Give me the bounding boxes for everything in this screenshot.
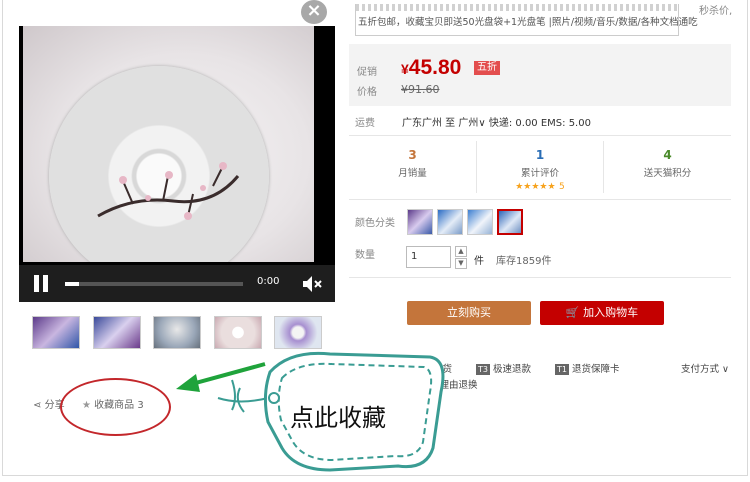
add-to-cart-button[interactable]: 🛒 加入购物车 (540, 301, 664, 325)
thumbnail-2[interactable] (93, 316, 141, 349)
price-panel: 促销 价格 ¥45.80 五折 ¥91.60 (349, 44, 731, 106)
click-to-collect-label: 点此收藏 (290, 404, 386, 432)
quantity-unit: 件 (474, 256, 484, 267)
stat-label: 月销量 (398, 168, 427, 179)
stars-icon: ★★★★★ (515, 182, 556, 192)
video-controls: 0:00 (19, 265, 335, 302)
rating-stars: ★★★★★ 5 (477, 179, 603, 192)
quantity-up-icon[interactable]: ▲ (455, 246, 467, 257)
promo-banner: 五折包邮，收藏宝贝即送50光盘袋+1光盘笔 |照片/视频/音乐/数据/各种文档通… (355, 4, 698, 36)
video-progress-fill (65, 282, 80, 286)
service-no-reason-return[interactable]: 无理由退换 (430, 377, 478, 391)
quantity-down-icon[interactable]: ▼ (455, 258, 467, 269)
price-label: 价格 (357, 87, 377, 98)
quantity-label: 数量 (355, 250, 375, 261)
stat-label: 累计评价 (520, 168, 559, 179)
stat-label: 送天猫积分 (643, 168, 692, 179)
t1-icon: T1 (555, 364, 569, 375)
add-to-cart-label: 加入购物车 (583, 306, 639, 319)
rating-value: 5 (559, 182, 565, 192)
original-price: ¥91.60 (401, 83, 440, 96)
service-fast-refund[interactable]: T3 极速退款 (476, 361, 531, 375)
buy-now-button[interactable]: 立刻购买 (407, 301, 531, 325)
divider (349, 135, 731, 136)
pause-icon[interactable] (33, 275, 49, 292)
divider (349, 199, 731, 200)
promo-price-label: 促销 (357, 67, 377, 78)
stat-points: 4 送天猫积分 (603, 141, 731, 193)
sales-stats: 3 月销量 1 累计评价 ★★★★★ 5 4 送天猫积分 (349, 141, 731, 193)
color-swatch-1[interactable] (407, 209, 433, 235)
video-player[interactable]: 0:00 (19, 26, 335, 302)
stat-value: 4 (663, 148, 672, 162)
shipping-label: 运费 (355, 118, 375, 129)
currency-symbol: ¥ (401, 61, 409, 77)
quantity-input[interactable]: 1 (406, 246, 451, 268)
color-swatch-2[interactable] (437, 209, 463, 235)
flash-sale-label: 秒杀价, (699, 6, 733, 17)
stat-reviews[interactable]: 1 累计评价 ★★★★★ 5 (476, 141, 603, 193)
thumbnail-1[interactable] (32, 316, 80, 349)
service-label: 按时发货 (414, 364, 453, 375)
mute-icon[interactable] (301, 274, 323, 294)
shipping-info[interactable]: 广东广州 至 广州∨ 快递: 0.00 EMS: 5.00 (402, 114, 591, 129)
discount-badge: 五折 (474, 61, 500, 75)
share-icon: ⋖ (33, 400, 42, 411)
highlight-oval (60, 378, 171, 436)
t3-icon: T3 (476, 364, 490, 375)
color-label: 颜色分类 (355, 218, 395, 229)
promo-zigzag (356, 4, 678, 11)
stat-value: 1 (535, 148, 545, 162)
promo-text: 五折包邮，收藏宝贝即送50光盘袋+1光盘笔 |照片/视频/音乐/数据/各种文档通… (358, 17, 698, 28)
service-label: 极速退款 (492, 364, 531, 375)
thumbnail-5[interactable] (274, 316, 322, 349)
video-progress-bar[interactable] (65, 282, 243, 286)
video-time: 0:00 (257, 276, 280, 287)
service-ontime[interactable]: 按时发货 (414, 361, 452, 375)
cart-icon: 🛒 (565, 306, 580, 319)
stat-monthly-sales: 3 月销量 (349, 141, 476, 193)
stat-value: 3 (408, 148, 417, 162)
thumbnail-3[interactable] (153, 316, 201, 349)
thumbnail-4[interactable] (214, 316, 262, 349)
current-price: ¥45.80 (401, 56, 461, 80)
close-icon[interactable]: × (301, 0, 327, 24)
stock-count: 库存1859件 (496, 256, 552, 267)
video-frame (23, 26, 314, 262)
payment-method[interactable]: 支付方式 ∨ (681, 361, 729, 375)
plum-branch-illustration (97, 162, 240, 220)
divider (349, 277, 731, 278)
color-swatch-4-selected[interactable] (497, 209, 523, 235)
color-swatch-3[interactable] (467, 209, 493, 235)
service-return-card[interactable]: T1 退货保障卡 (555, 361, 620, 375)
current-price-value: 45.80 (408, 56, 462, 79)
service-label: 退货保障卡 (571, 364, 620, 375)
